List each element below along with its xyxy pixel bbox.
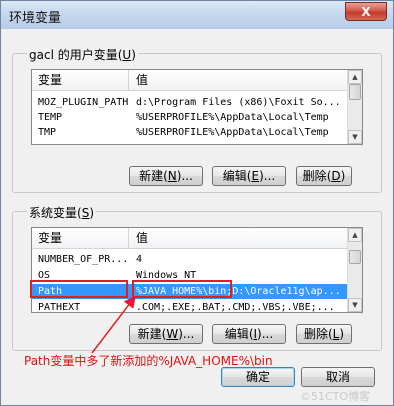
column-header-variable[interactable]: 变量 bbox=[32, 70, 129, 90]
annotation-highlight-path-name bbox=[30, 280, 128, 298]
system-list-scrollbar[interactable]: ▲ ▼ bbox=[347, 228, 362, 312]
user-list-header: 变量 值 bbox=[32, 70, 362, 91]
system-edit-button[interactable]: 编辑(I)... bbox=[212, 324, 286, 344]
column-header-value[interactable]: 值 bbox=[130, 70, 148, 90]
system-list-header: 变量 值 bbox=[32, 228, 362, 249]
user-new-button[interactable]: 新建(N)... bbox=[129, 166, 203, 186]
scroll-down-arrow-icon[interactable]: ▼ bbox=[348, 130, 362, 144]
column-header-variable[interactable]: 变量 bbox=[32, 228, 129, 248]
close-button[interactable]: X bbox=[345, 2, 387, 21]
ok-button[interactable]: 确定 bbox=[221, 367, 295, 387]
user-edit-button[interactable]: 编辑(E)... bbox=[212, 166, 286, 186]
user-variables-list[interactable]: 变量 值 MOZ_PLUGIN_PATH d:\Program Files (x… bbox=[31, 69, 363, 145]
system-variables-list[interactable]: 变量 值 NUMBER_OF_PR... 4 OS Windows_NT Pat… bbox=[31, 227, 363, 313]
user-variables-label: gacl 的用户变量(U) bbox=[27, 46, 138, 63]
system-var-row[interactable]: PATHEXT .COM;.EXE;.BAT;.CMD;.VBS;.VBE;..… bbox=[32, 300, 349, 312]
environment-variables-dialog: 环境变量 X gacl 的用户变量(U) 变量 值 MOZ_PLUGIN_PAT… bbox=[0, 0, 394, 406]
window-title: 环境变量 bbox=[9, 11, 62, 26]
scroll-up-arrow-icon[interactable]: ▲ bbox=[348, 70, 362, 84]
cancel-button[interactable]: 取消 bbox=[301, 367, 375, 387]
scroll-up-arrow-icon[interactable]: ▲ bbox=[348, 228, 362, 242]
column-header-value[interactable]: 值 bbox=[130, 228, 148, 248]
scroll-thumb[interactable] bbox=[349, 84, 361, 100]
user-var-row[interactable]: TEMP %USERPROFILE%\AppData\Local\Temp bbox=[32, 110, 349, 125]
user-var-row[interactable]: TMP %USERPROFILE%\AppData\Local\Temp bbox=[32, 125, 349, 140]
system-var-row[interactable]: NUMBER_OF_PR... 4 bbox=[32, 252, 349, 267]
watermark: ©51CTO博客 bbox=[300, 390, 371, 403]
system-variables-label: 系统变量(S) bbox=[27, 204, 97, 221]
system-delete-button[interactable]: 删除(L) bbox=[296, 324, 352, 344]
user-var-row[interactable]: MOZ_PLUGIN_PATH d:\Program Files (x86)\F… bbox=[32, 95, 349, 110]
scroll-thumb[interactable] bbox=[349, 250, 361, 264]
user-list-scrollbar[interactable]: ▲ ▼ bbox=[347, 70, 362, 144]
title-bar[interactable]: 环境变量 X bbox=[1, 1, 393, 29]
annotation-highlight-java-home bbox=[132, 280, 232, 298]
user-delete-button[interactable]: 删除(D) bbox=[296, 166, 352, 186]
annotation-text: Path变量中多了新添加的%JAVA_HOME%\bin bbox=[24, 354, 273, 368]
scroll-down-arrow-icon[interactable]: ▼ bbox=[348, 298, 362, 312]
system-new-button[interactable]: 新建(W)... bbox=[129, 324, 203, 344]
